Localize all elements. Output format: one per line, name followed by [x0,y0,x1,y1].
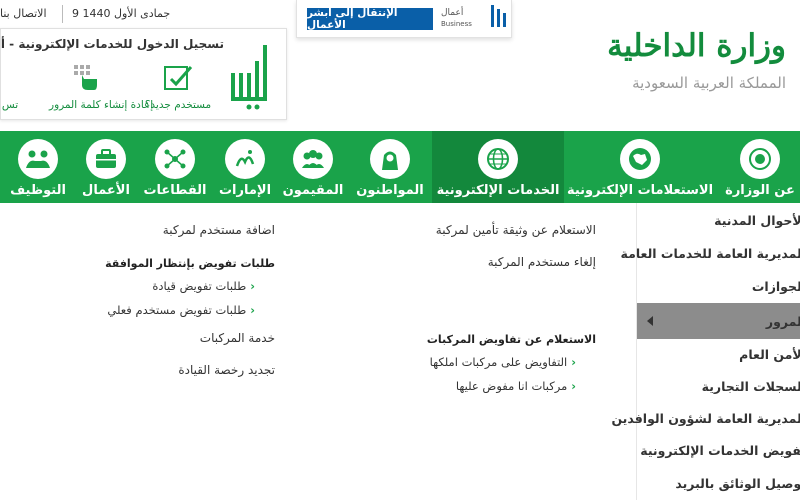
driving-authorization-requests-link[interactable]: ‹طلبات تفويض قيادة [152,279,255,293]
sidebar-item-commercial-records[interactable]: السجلات التجارية [702,371,800,401]
nav-label: الخدمات الإلكترونية [436,183,560,198]
hijri-date: 9 جمادى الأول 1440 [72,7,171,20]
briefcase-icon [86,139,126,179]
chevron-left-icon: ‹ [571,355,576,369]
cancel-vehicle-user-link[interactable]: إلغاء مستخدم المركبة [488,255,596,269]
business-panel: الإنتقال إلى أبشر الأعمال أعمال Business [296,0,512,38]
chevron-left-icon: ‹ [250,303,255,317]
authorized-vehicles-link[interactable]: ‹مركبات انا مفوض عليها [456,379,576,393]
reset-password-link[interactable]: إعادة إنشاء كلمة المرور [49,63,154,111]
residents-icon [293,139,333,179]
top-bar: الاتصال بنا 9 جمادى الأول 1440 [0,0,290,28]
services-dropdown: الاستعلام عن وثيقة تأمين لمركبة إلغاء مس… [0,203,636,500]
login-box: تسجيل الدخول للخدمات الإلكترونية - أبشر … [0,28,287,120]
caret-left-icon [647,316,653,326]
vehicle-service-link[interactable]: خدمة المركبات [200,331,275,345]
nav-citizens[interactable]: المواطنون [352,131,428,203]
sectors-icon [155,139,195,179]
nav-label: الإمارات [218,183,272,198]
ministry-subtitle: المملكة العربية السعودية [632,74,786,92]
new-user-icon [164,66,193,90]
keypad-hand-icon [74,65,97,90]
sidebar-item-traffic[interactable]: المرور [766,306,800,336]
nav-label: الأعمال [82,183,130,198]
absher-business-button[interactable]: الإنتقال إلى أبشر الأعمال [307,7,433,31]
nav-label: التوظيف [10,183,66,198]
main-nav: عن الوزارة الاستعلامات الإلكترونية الخدم… [0,131,800,203]
nav-label: القطاعات [143,183,207,198]
globe-icon [478,139,518,179]
nav-label: الاستعلامات الإلكترونية [566,183,714,198]
business-logo-text: أعمال [441,8,464,18]
ministry-name[interactable]: وزارة الداخلية [607,28,786,64]
absher-logo-icon[interactable] [229,43,273,113]
login-other-label: تس [1,99,19,111]
sidebar-item-expatriates[interactable]: المديرية العامة لشؤون الوافدين [611,403,800,433]
nav-about-ministry[interactable]: عن الوزارة [715,131,800,203]
sidebar-item-civil-affairs[interactable]: الأحوال المدنية [714,205,800,235]
handshake-icon [18,139,58,179]
top-divider [62,5,63,23]
nav-label: المقيمون [282,183,344,198]
emirates-icon [225,139,265,179]
nav-employment[interactable]: التوظيف [4,131,72,203]
contact-link[interactable]: الاتصال بنا [0,7,47,20]
chevron-left-icon: ‹ [571,379,576,393]
citizen-icon [370,139,410,179]
insurance-inquiry-link[interactable]: الاستعلام عن وثيقة تأمين لمركبة [436,223,596,237]
add-vehicle-user-link[interactable]: اضافة مستخدم لمركبة [163,223,275,237]
sidebar-item-passports[interactable]: الجوازات [752,271,800,301]
business-logo-sub: Business [441,20,472,28]
owned-vehicles-authorizations-link[interactable]: ‹التفاويض على مركبات املكها [430,355,576,369]
nav-label: المواطنون [356,183,424,198]
new-user-label: مستخدم جديد؟ [144,99,212,111]
chevron-left-icon: ‹ [250,279,255,293]
sidebar-item-postal-delivery[interactable]: توصيل الوثائق بالبريد [675,468,800,498]
actual-user-authorization-requests-link[interactable]: ‹طلبات تفويض مستخدم فعلي [107,303,255,317]
nav-sectors[interactable]: القطاعات [140,131,210,203]
vehicle-authorizations-heading: الاستعلام عن تفاويض المركبات [426,333,596,346]
sidebar: الأحوال المدنية المديرية العامة للخدمات … [611,203,800,500]
globe-map-icon [620,139,660,179]
new-user-link[interactable]: مستخدم جديد؟ [143,63,213,111]
nav-residents[interactable]: المقيمون [280,131,346,203]
sidebar-item-public-services[interactable]: المديرية العامة للخدمات العامة [621,238,800,268]
sidebar-item-public-security[interactable]: الأمن العام [739,339,800,369]
emblem-icon [740,139,780,179]
nav-electronic-inquiries[interactable]: الاستعلامات الإلكترونية [566,131,714,203]
renew-driving-license-link[interactable]: تجديد رخصة القيادة [178,363,275,377]
nav-label: عن الوزارة [725,183,795,198]
pending-authorizations-heading: طلبات تفويض بإنتظار الموافقة [105,257,275,270]
reset-password-label: إعادة إنشاء كلمة المرور [49,99,154,111]
nav-business[interactable]: الأعمال [76,131,136,203]
login-title: تسجيل الدخول للخدمات الإلكترونية - أبشر [0,37,224,51]
nav-emirates[interactable]: الإمارات [214,131,276,203]
login-other-link[interactable]: تس [1,63,19,111]
sidebar-item-e-services-authorization[interactable]: تفويض الخدمات الإلكترونية [640,435,800,465]
nav-electronic-services[interactable]: الخدمات الإلكترونية [432,131,564,203]
